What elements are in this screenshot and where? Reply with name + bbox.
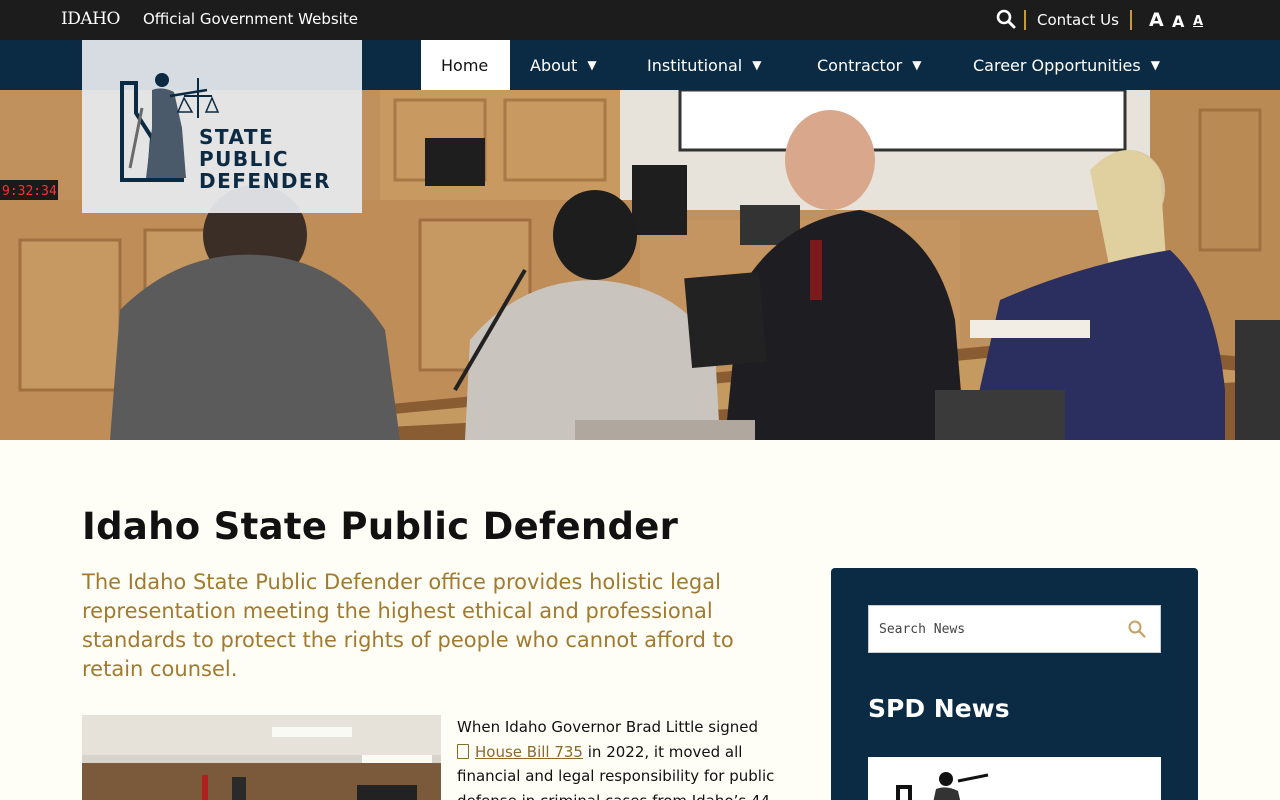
search-icon[interactable] (1128, 620, 1146, 638)
house-bill-735-link[interactable]: House Bill 735 (475, 743, 583, 761)
news-search (868, 605, 1161, 653)
logo-line: STATE (199, 125, 275, 149)
contact-us-link[interactable]: Contact Us (1037, 11, 1119, 29)
lady-justice-icon (868, 757, 1161, 800)
nav-about[interactable]: About ▼ (510, 40, 617, 90)
state-public-defender-logo[interactable]: STATE PUBLIC DEFENDER (82, 40, 362, 213)
page-title: Idaho State Public Defender (82, 505, 679, 548)
spd-news-heading: SPD News (868, 694, 1010, 723)
font-size-medium-button[interactable]: A (1172, 12, 1184, 31)
nav-label: Career Opportunities (973, 55, 1141, 75)
clock-display: 9:32:34 (2, 184, 57, 199)
courtroom-photo (82, 715, 441, 800)
idaho-logo[interactable]: IDAHO (61, 9, 120, 29)
logo-line: DEFENDER (199, 169, 331, 193)
news-sidebar: SPD News (831, 568, 1198, 800)
official-website-label: Official Government Website (143, 10, 358, 28)
pdf-icon (457, 743, 469, 759)
news-card[interactable] (868, 757, 1161, 800)
nav-label: Contractor (817, 55, 903, 75)
divider (1130, 10, 1132, 30)
body-text-prefix: When Idaho Governor Brad Little signed (457, 718, 759, 736)
caret-down-icon: ▼ (1150, 58, 1160, 72)
nav-institutional[interactable]: Institutional ▼ (627, 40, 781, 90)
caret-down-icon: ▼ (752, 58, 762, 72)
font-size-large-button[interactable]: A (1149, 9, 1164, 31)
nav-label: Home (441, 55, 489, 75)
caret-down-icon: ▼ (912, 58, 922, 72)
gov-bar: IDAHO Official Government Website Contac… (0, 0, 1280, 40)
search-icon[interactable] (996, 9, 1016, 29)
logo-line: PUBLIC (199, 147, 290, 171)
nav-label: Institutional (647, 55, 743, 75)
search-news-input[interactable] (879, 606, 1119, 652)
body-paragraph: When Idaho Governor Brad Little signed H… (457, 715, 787, 800)
nav-label: About (530, 55, 578, 75)
divider (1024, 10, 1026, 30)
nav-home[interactable]: Home (421, 40, 510, 90)
font-size-small-button[interactable]: A (1193, 14, 1203, 29)
nav-career-opportunities[interactable]: Career Opportunities ▼ (953, 40, 1180, 90)
nav-contractor[interactable]: Contractor ▼ (797, 40, 941, 90)
intro-lede: The Idaho State Public Defender office p… (82, 570, 734, 681)
caret-down-icon: ▼ (587, 58, 597, 72)
logo-wordmark: STATE PUBLIC DEFENDER (199, 126, 331, 192)
